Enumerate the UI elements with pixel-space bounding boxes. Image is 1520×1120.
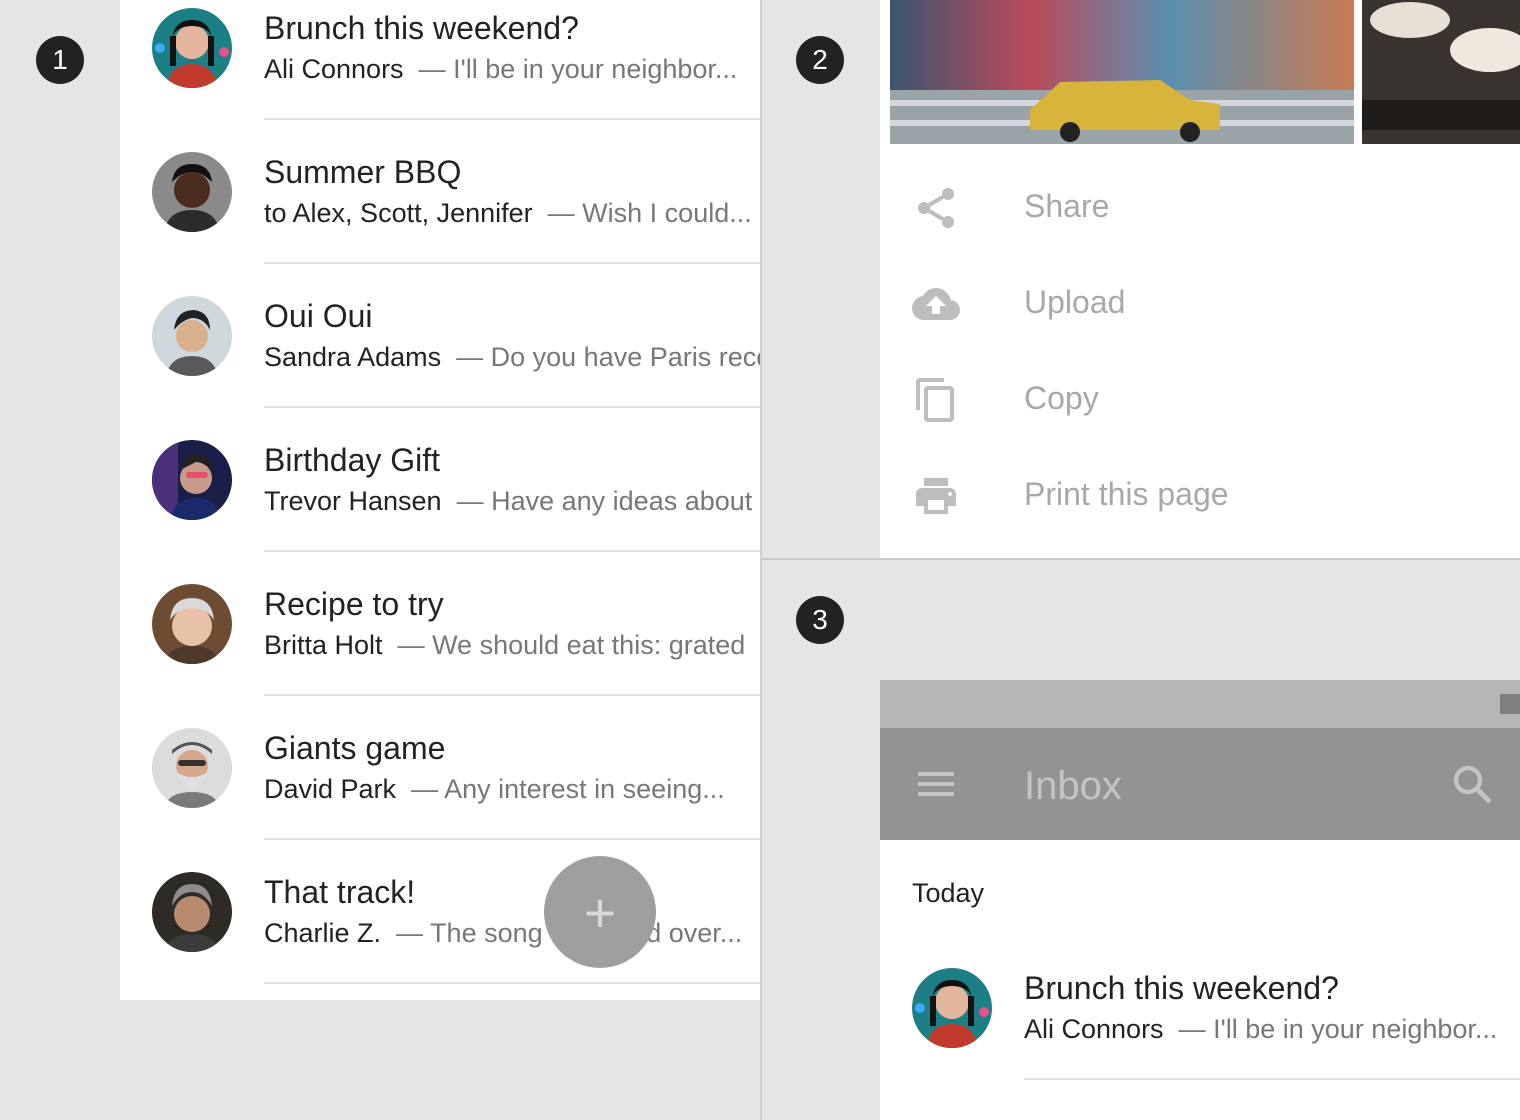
menu-item-label: Copy [1024, 380, 1099, 416]
email-snippet: — Wish I could... [547, 198, 752, 228]
email-subject: Giants game [264, 730, 446, 766]
avatar [152, 872, 232, 952]
avatar [152, 152, 232, 232]
email-sender: Charlie Z. [264, 918, 382, 948]
email-subject: Recipe to try [264, 586, 444, 622]
email-row[interactable]: Summer BBQ to Alex, Scott, Jennifer — Wi… [120, 144, 760, 288]
avatar [152, 296, 232, 376]
divider [264, 694, 760, 696]
email-row[interactable]: Oui Oui Sandra Adams — Do you have Paris… [120, 288, 760, 432]
plus-icon: + [583, 880, 617, 944]
panel-separator [762, 558, 1520, 560]
noodle-bowls-photo[interactable] [1362, 0, 1520, 144]
email-preview: Ali Connors — I'll be in your neighbor..… [264, 54, 760, 85]
inbox-panel: Inbox Today Brunch this weekend? Ali Con… [880, 680, 1520, 1120]
email-sender: Sandra Adams [264, 342, 442, 372]
divider [264, 982, 760, 984]
compose-fab-button[interactable]: + [544, 856, 656, 968]
email-preview: Trevor Hansen — Have any ideas about [264, 486, 760, 517]
email-subject: Birthday Gift [264, 442, 441, 478]
menu-item-upload[interactable]: Upload [880, 256, 1520, 352]
email-subject: Brunch this weekend? [264, 10, 579, 46]
hamburger-menu-icon[interactable] [912, 760, 960, 808]
print-icon [916, 478, 956, 514]
step-badge-1: 1 [36, 36, 84, 84]
photo-strip [890, 0, 1520, 144]
share-icon [918, 188, 954, 228]
menu-item-share[interactable]: Share [880, 160, 1520, 256]
email-preview: Sandra Adams — Do you have Paris recomme… [264, 342, 760, 373]
email-preview: Britta Holt — We should eat this: grated [264, 630, 760, 661]
email-sender: Britta Holt [264, 630, 383, 660]
status-bar [880, 680, 1520, 728]
bottom-sheet-panel: Share Upload Copy Print this page [880, 0, 1520, 560]
email-snippet: — Do you have Paris recommendations [456, 342, 760, 372]
email-row[interactable]: Brunch this weekend? Ali Connors — I'll … [880, 960, 1520, 1104]
badge-number: 2 [812, 44, 828, 75]
menu-item-copy[interactable]: Copy [880, 352, 1520, 448]
app-bar-title: Inbox [1024, 764, 1122, 808]
divider [1024, 1078, 1520, 1080]
panel-separator [760, 0, 762, 1120]
menu-item-label: Print this page [1024, 476, 1229, 512]
email-subject: Oui Oui [264, 298, 373, 334]
app-bar: Inbox [880, 728, 1520, 840]
email-subject: Brunch this weekend? [1024, 970, 1339, 1006]
email-sender: David Park [264, 774, 397, 804]
status-indicator-icon [1500, 694, 1520, 714]
cloud-upload-icon [912, 288, 960, 320]
email-subject: That track! [264, 874, 416, 910]
email-subject: Summer BBQ [264, 154, 462, 190]
email-preview: Ali Connors — I'll be in your neighbor..… [1024, 1014, 1520, 1045]
step-badge-2: 2 [796, 36, 844, 84]
badge-number: 1 [52, 44, 68, 75]
email-row[interactable]: Birthday Gift Trevor Hansen — Have any i… [120, 432, 760, 576]
badge-number: 3 [812, 604, 828, 635]
email-row[interactable]: Recipe to try Britta Holt — We should ea… [120, 576, 760, 720]
email-row[interactable]: Giants game David Park — Any interest in… [120, 720, 760, 864]
email-row[interactable]: That track! Charlie Z. — The song we hea… [120, 864, 760, 1000]
menu-item-label: Share [1024, 188, 1110, 224]
avatar [152, 440, 232, 520]
divider [264, 406, 760, 408]
email-list-panel: Brunch this weekend? Ali Connors — I'll … [120, 0, 760, 1000]
email-sender: to Alex, Scott, Jennifer [264, 198, 533, 228]
email-snippet: — I'll be in your neighbor... [1178, 1014, 1498, 1044]
email-sender: Trevor Hansen [264, 486, 442, 516]
avatar [912, 968, 992, 1048]
menu-item-label: Upload [1024, 284, 1126, 320]
menu-item-print[interactable]: Print this page [880, 448, 1520, 544]
divider [264, 262, 760, 264]
email-snippet: — We should eat this: grated [397, 630, 746, 660]
email-snippet: — Any interest in seeing... [411, 774, 725, 804]
email-snippet: — I'll be in your neighbor... [418, 54, 738, 84]
search-icon[interactable] [1448, 760, 1496, 808]
divider [264, 838, 760, 840]
avatar [152, 8, 232, 88]
city-taxi-photo[interactable] [890, 0, 1354, 144]
divider [264, 118, 760, 120]
email-sender: Ali Connors [264, 54, 404, 84]
email-preview: David Park — Any interest in seeing... [264, 774, 760, 805]
email-snippet: — Have any ideas about [456, 486, 753, 516]
email-row[interactable]: Brunch this weekend? Ali Connors — I'll … [120, 0, 760, 144]
email-preview: to Alex, Scott, Jennifer — Wish I could.… [264, 198, 760, 229]
email-sender: Ali Connors [1024, 1014, 1164, 1044]
avatar [152, 728, 232, 808]
avatar [152, 584, 232, 664]
email-preview: Charlie Z. — The song we heard over... [264, 918, 760, 949]
section-header-today: Today [912, 878, 985, 908]
copy-icon [916, 378, 954, 422]
divider [264, 550, 760, 552]
step-badge-3: 3 [796, 596, 844, 644]
